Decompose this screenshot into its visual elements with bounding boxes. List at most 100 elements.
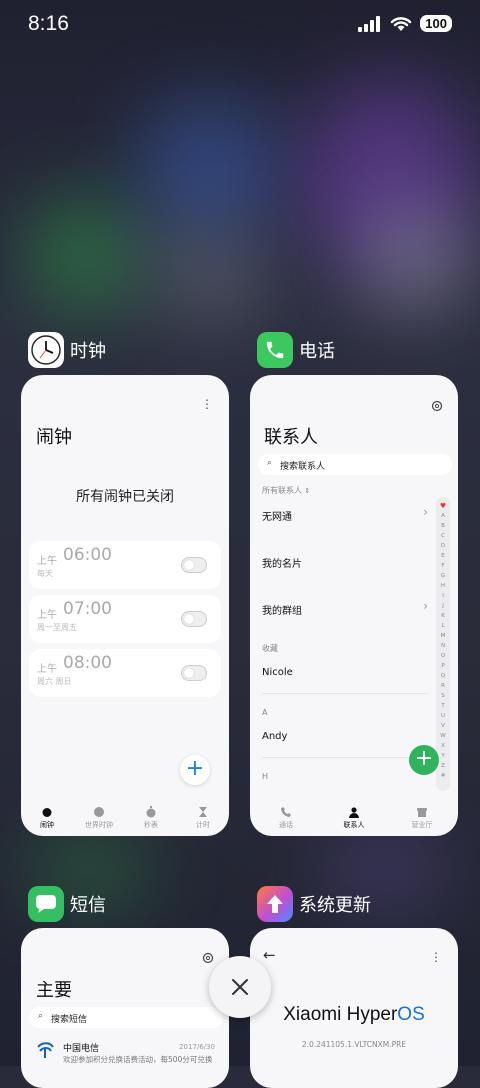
- tab-label: 秒表: [144, 821, 158, 829]
- tab-label: 计时: [196, 821, 210, 829]
- person-tab-icon: [349, 807, 359, 818]
- close-icon: [232, 979, 248, 995]
- status-time: 8:16: [28, 12, 69, 35]
- thread-date: 2017/6/30: [179, 1043, 215, 1051]
- section-header-h: H: [262, 772, 269, 781]
- divider: [262, 757, 428, 758]
- alarm-toggle[interactable]: [181, 557, 207, 573]
- messages-search-bar[interactable]: ⌕ 搜索短信: [29, 1007, 223, 1028]
- stopwatch-tab-icon: [146, 806, 156, 818]
- store-tab-icon: [417, 808, 427, 817]
- messages-app-icon: [28, 886, 64, 922]
- app-label-messages[interactable]: 短信: [28, 886, 106, 922]
- brand-text: Xiaomi Hyper: [283, 1004, 398, 1025]
- wifi-icon: [391, 16, 412, 31]
- contact-row-andy[interactable]: Andy: [262, 731, 287, 742]
- os-version: 2.0.241105.1.VLTCNXM.PRE: [301, 1040, 407, 1049]
- alphabet-index[interactable]: ♥ A B C D E F G H I J K L M N O P Q R S …: [436, 497, 450, 791]
- alarm-time: 08:00: [63, 653, 112, 673]
- contacts-search-bar[interactable]: ⌕ 搜索联系人: [258, 454, 452, 475]
- hyperos-brand: Xiaomi HyperOS: [250, 1004, 458, 1026]
- tab-label: 营业厅: [411, 821, 433, 829]
- settings-gear-icon[interactable]: [202, 952, 214, 964]
- alarm-repeat: 每天: [37, 569, 53, 578]
- alarm-item[interactable]: 上午 08:00 周六 周日: [29, 649, 221, 697]
- phone-app-name: 电话: [299, 341, 335, 362]
- chevron-right-icon: ›: [423, 505, 428, 519]
- tab-label: 闹钟: [40, 821, 54, 829]
- sort-icon: ⇕: [304, 487, 311, 495]
- app-label-phone[interactable]: 电话: [257, 332, 335, 368]
- clock-app-card[interactable]: ⋮ 闹钟 所有闹钟已关闭 上午 06:00 每天 上午 07:00 周一至周五 …: [21, 375, 229, 836]
- messages-app-name: 短信: [70, 895, 106, 916]
- alarm-ampm: 上午: [37, 556, 57, 567]
- more-options-icon[interactable]: ⋮: [201, 397, 213, 411]
- back-arrow-icon[interactable]: ←: [263, 946, 276, 964]
- battery-icon: 100: [420, 15, 452, 32]
- filter-label: 所有联系人: [262, 486, 302, 495]
- more-options-icon[interactable]: ⋮: [430, 950, 442, 964]
- my-card-row[interactable]: 我的名片: [262, 555, 302, 570]
- contacts-filter[interactable]: 所有联系人 ⇕: [262, 485, 310, 496]
- tab-service-hall[interactable]: 营业厅: [402, 806, 442, 830]
- tab-contacts[interactable]: 联系人: [334, 806, 374, 830]
- phone-app-icon: [257, 332, 293, 368]
- system-update-app-icon: [257, 886, 293, 922]
- divider: [262, 693, 428, 694]
- china-telecom-logo-icon: [37, 1042, 54, 1058]
- world-clock-tab-icon: [94, 807, 104, 817]
- section-header-a: A: [262, 708, 268, 717]
- tab-label: 世界时钟: [85, 821, 113, 829]
- alarm-item[interactable]: 上午 06:00 每天: [29, 541, 221, 589]
- app-label-system-update[interactable]: 系统更新: [257, 886, 371, 922]
- add-contact-button[interactable]: +: [409, 745, 439, 775]
- search-icon: ⌕: [38, 1011, 44, 1021]
- chevron-right-icon: ›: [423, 599, 428, 613]
- system-update-app-card[interactable]: ← ⋮ Xiaomi HyperOS 2.0.241105.1.VLTCNXM.…: [250, 928, 458, 1088]
- hourglass-tab-icon: [199, 807, 207, 817]
- alarm-ampm: 上午: [37, 610, 57, 621]
- clock-app-icon: [28, 332, 64, 368]
- contact-row-nicole[interactable]: Nicole: [262, 667, 293, 678]
- my-groups-row[interactable]: 我的群组: [262, 602, 302, 617]
- message-thread[interactable]: 中国电信 2017/6/30 欢迎参加积分兑换话费活动，每500分可兑换: [21, 1036, 229, 1076]
- search-icon: ⌕: [267, 458, 273, 468]
- clock-title: 闹钟: [36, 427, 72, 448]
- app-label-clock[interactable]: 时钟: [28, 332, 106, 368]
- search-placeholder: 搜索联系人: [280, 462, 326, 472]
- add-alarm-button[interactable]: +: [180, 755, 210, 785]
- brand-os-text: OS: [397, 1004, 425, 1025]
- system-update-app-name: 系统更新: [299, 895, 371, 916]
- phone-tab-icon: [281, 807, 291, 817]
- favorites-heart-icon: ♥: [439, 502, 447, 510]
- alarm-ampm: 上午: [37, 664, 57, 675]
- index-letters: A B C D E F G H I J K L M N O P Q R S T …: [440, 513, 446, 779]
- alarm-tab-icon: [42, 808, 52, 817]
- alarm-repeat: 周一至周五: [37, 623, 77, 632]
- tab-world-clock[interactable]: 世界时钟: [79, 806, 119, 830]
- contacts-title: 联系人: [264, 427, 318, 448]
- settings-gear-icon[interactable]: [431, 400, 443, 412]
- tab-calls[interactable]: 通话: [266, 806, 306, 830]
- messages-app-card[interactable]: 主要 ⌕ 搜索短信 中国电信 2017/6/30 欢迎参加积分兑换话费活动，每5…: [21, 928, 229, 1088]
- alarms-off-message: 所有闹钟已关闭: [76, 489, 174, 505]
- tab-alarm[interactable]: 闹钟: [27, 806, 67, 830]
- thread-sender: 中国电信: [63, 1044, 100, 1054]
- alarm-time: 06:00: [63, 545, 112, 565]
- thread-preview: 欢迎参加积分兑换话费活动，每500分可兑换: [63, 1055, 213, 1064]
- alarm-toggle[interactable]: [181, 665, 207, 681]
- tab-timer[interactable]: 计时: [183, 806, 223, 830]
- phone-app-card[interactable]: 联系人 ⌕ 搜索联系人 所有联系人 ⇕ 无网通 › 我的名片 我的群组 › 收藏…: [250, 375, 458, 836]
- alarm-toggle[interactable]: [181, 611, 207, 627]
- contact-row-wuwangtong[interactable]: 无网通: [262, 508, 292, 523]
- favorites-header: 收藏: [262, 644, 278, 653]
- clock-app-name: 时钟: [70, 341, 106, 362]
- alarm-item[interactable]: 上午 07:00 周一至周五: [29, 595, 221, 643]
- clear-all-button[interactable]: [209, 956, 271, 1018]
- alarm-repeat: 周六 周日: [37, 677, 72, 686]
- search-placeholder: 搜索短信: [51, 1015, 88, 1025]
- signal-icon: [358, 15, 381, 32]
- tab-label: 联系人: [343, 821, 365, 829]
- tab-stopwatch[interactable]: 秒表: [131, 806, 171, 830]
- messages-title: 主要: [36, 980, 72, 1001]
